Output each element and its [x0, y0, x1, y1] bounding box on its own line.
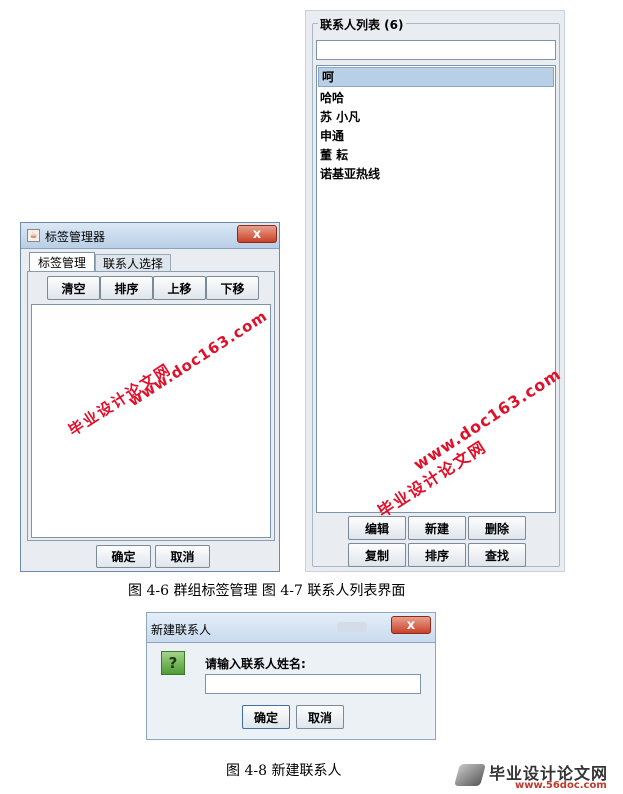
footer-site-url: www.56doc.com: [515, 780, 607, 791]
figure-caption-4-8: 图 4-8 新建联系人: [226, 763, 342, 779]
close-icon[interactable]: x: [237, 225, 277, 243]
dialog-ok-button[interactable]: 确定: [242, 705, 290, 729]
close-icon[interactable]: x: [391, 616, 431, 634]
list-item-label: 申通: [320, 129, 345, 143]
list-item[interactable]: 诺基亚热线: [320, 165, 554, 184]
new-contact-title: 新建联系人: [151, 623, 212, 637]
sort-button[interactable]: 排序: [100, 276, 153, 300]
list-item-label: 董 耘: [320, 148, 349, 162]
tab-contact-select[interactable]: 联系人选择: [95, 254, 171, 272]
tag-ok-button[interactable]: 确定: [96, 545, 151, 568]
prompt-label: 请输入联系人姓名:: [205, 657, 306, 671]
tab-label: 联系人选择: [102, 257, 163, 271]
list-item-label: 诺基亚热线: [320, 167, 381, 181]
contact-search-input[interactable]: [316, 40, 556, 60]
tag-cancel-button[interactable]: 取消: [155, 545, 210, 568]
logo-mark-icon: [454, 764, 486, 786]
tab-tag-manage[interactable]: 标签管理: [29, 252, 95, 272]
copy-button[interactable]: 复制: [348, 543, 406, 567]
sort-button[interactable]: 排序: [408, 543, 466, 567]
list-item-label: 呵: [322, 70, 335, 84]
footer-logo: 毕业设计论文网 www.56doc.com: [454, 758, 623, 794]
edit-button[interactable]: 编辑: [348, 516, 406, 540]
find-button[interactable]: 查找: [468, 543, 526, 567]
list-item-label: 哈哈: [320, 91, 345, 105]
list-item-selected[interactable]: 呵: [318, 67, 554, 87]
tag-manager-titlebar[interactable]: ☕ 标签管理器 x: [21, 223, 279, 249]
tag-manager-title: 标签管理器: [45, 230, 106, 244]
new-contact-titlebar[interactable]: 新建联系人 x: [147, 613, 435, 643]
move-down-button[interactable]: 下移: [206, 276, 259, 300]
move-up-button[interactable]: 上移: [153, 276, 206, 300]
figure-caption-4-6-4-7: 图 4-6 群组标签管理 图 4-7 联系人列表界面: [128, 583, 406, 599]
list-item[interactable]: 董 耘: [320, 146, 554, 165]
delete-button[interactable]: 删除: [468, 516, 526, 540]
list-item[interactable]: 哈哈: [320, 89, 554, 108]
question-icon: ?: [161, 651, 185, 675]
contact-name-input[interactable]: [205, 674, 421, 694]
tab-label: 标签管理: [37, 256, 86, 270]
list-item[interactable]: 申通: [320, 127, 554, 146]
blurred-bg-text: [337, 622, 367, 632]
list-item[interactable]: 苏 小凡: [320, 108, 554, 127]
java-app-icon: ☕: [27, 229, 40, 242]
new-button[interactable]: 新建: [408, 516, 466, 540]
new-contact-dialog: 新建联系人 x ? 请输入联系人姓名: 确定 取消: [146, 612, 436, 740]
contact-list-group-title: 联系人列表 (6): [318, 16, 406, 33]
tab-panel: 清空 排序 上移 下移: [27, 271, 275, 541]
list-item-label: 苏 小凡: [320, 110, 361, 124]
dialog-cancel-button[interactable]: 取消: [296, 705, 344, 729]
clear-button[interactable]: 清空: [47, 276, 100, 300]
